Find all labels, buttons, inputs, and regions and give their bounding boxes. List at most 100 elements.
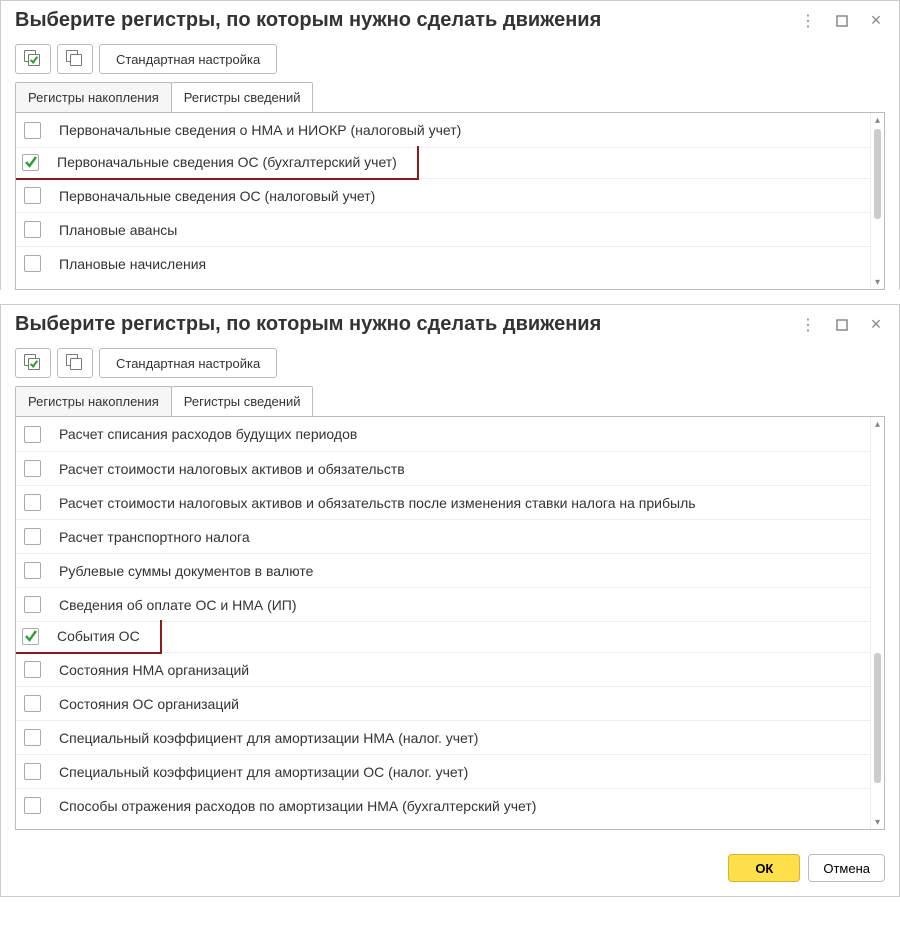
list-row[interactable]: Специальный коэффициент для амортизации … [16,720,870,754]
maximize-icon[interactable] [833,12,851,30]
checkbox[interactable] [24,122,41,139]
dialog-footer: ОК Отмена [1,844,899,896]
window-controls: ⋮ × [799,12,885,30]
window-header: Выберите регистры, по которым нужно сдел… [1,1,899,36]
list-row[interactable]: Расчет стоимости налоговых активов и обя… [16,451,870,485]
window-title: Выберите регистры, по которым нужно сдел… [15,9,799,32]
scrollbar[interactable]: ▴ ▾ [870,417,884,829]
scroll-down-icon[interactable]: ▾ [871,275,884,289]
window-title: Выберите регистры, по которым нужно сдел… [15,313,799,336]
more-icon[interactable]: ⋮ [799,316,817,334]
scroll-thumb[interactable] [874,653,881,782]
row-label: Состояния ОС организаций [59,696,239,712]
row-label: Состояния НМА организаций [59,662,249,678]
checkbox[interactable] [22,154,39,171]
scroll-down-icon[interactable]: ▾ [871,815,884,829]
uncheck-all-button[interactable] [57,44,93,74]
scroll-track[interactable] [874,129,881,273]
checkbox[interactable] [24,562,41,579]
list-row[interactable]: Состояния НМА организаций [16,652,870,686]
standard-settings-label: Стандартная настройка [116,356,260,371]
list-row[interactable]: Рублевые суммы документов в валюте [16,553,870,587]
scroll-track[interactable] [874,433,881,813]
list-row[interactable]: Расчет транспортного налога [16,519,870,553]
list-row[interactable]: Плановые авансы [16,212,870,246]
row-label: Специальный коэффициент для амортизации … [59,730,478,746]
standard-settings-label: Стандартная настройка [116,52,260,67]
checkbox[interactable] [24,187,41,204]
checkbox[interactable] [24,763,41,780]
checkbox[interactable] [24,426,41,443]
row-label: Расчет стоимости налоговых активов и обя… [59,495,696,511]
close-icon[interactable]: × [867,316,885,334]
toolbar: Стандартная настройка [1,340,899,386]
more-icon[interactable]: ⋮ [799,12,817,30]
row-label: Первоначальные сведения ОС (бухгалтерски… [57,154,397,170]
ok-button[interactable]: ОК [728,854,800,882]
row-label: Способы отражения расходов по амортизаци… [59,798,536,814]
toolbar: Стандартная настройка [1,36,899,82]
checkbox[interactable] [24,494,41,511]
row-label: Первоначальные сведения ОС (налоговый уч… [59,188,375,204]
uncheck-all-button[interactable] [57,348,93,378]
checkbox[interactable] [24,797,41,814]
scrollbar[interactable]: ▴ ▾ [870,113,884,289]
standard-settings-button[interactable]: Стандартная настройка [99,348,277,378]
tab-info[interactable]: Регистры сведений [171,82,314,113]
list-row[interactable]: Сведения об оплате ОС и НМА (ИП) [16,587,870,621]
checkbox[interactable] [22,628,39,645]
window-controls: ⋮ × [799,316,885,334]
tabbar: Регистры накопления Регистры сведений [1,82,899,113]
tab-accum[interactable]: Регистры накопления [15,82,172,113]
check-all-button[interactable] [15,44,51,74]
row-label: Расчет списания расходов будущих периодо… [59,426,357,442]
dialog-select-registers-bottom: Выберите регистры, по которым нужно сдел… [0,304,900,897]
list-row[interactable]: Плановые начисления [16,246,870,280]
checkbox[interactable] [24,695,41,712]
maximize-icon[interactable] [833,316,851,334]
list-row[interactable]: Способы отражения расходов по амортизаци… [16,788,870,822]
checkbox[interactable] [24,596,41,613]
row-label: Рублевые суммы документов в валюте [59,563,313,579]
register-list: Первоначальные сведения о НМА и НИОКР (н… [15,112,885,290]
row-label: Первоначальные сведения о НМА и НИОКР (н… [59,122,461,138]
scroll-up-icon[interactable]: ▴ [871,113,884,127]
row-label: Сведения об оплате ОС и НМА (ИП) [59,597,297,613]
list-row[interactable]: Состояния ОС организаций [16,686,870,720]
uncheck-all-icon [66,354,84,372]
row-label: Плановые авансы [59,222,177,238]
check-all-icon [24,50,42,68]
window-header: Выберите регистры, по которым нужно сдел… [1,305,899,340]
tab-accum[interactable]: Регистры накопления [15,386,172,417]
scroll-up-icon[interactable]: ▴ [871,417,884,431]
register-list: Расчет списания расходов будущих периодо… [15,416,885,830]
checkbox[interactable] [24,255,41,272]
check-all-icon [24,354,42,372]
close-icon[interactable]: × [867,12,885,30]
checkbox[interactable] [24,528,41,545]
row-label: Плановые начисления [59,256,206,272]
list-row[interactable]: События ОС [16,620,162,654]
list-row[interactable]: Первоначальные сведения о НМА и НИОКР (н… [16,113,870,147]
tabbar: Регистры накопления Регистры сведений [1,386,899,417]
row-label: События ОС [57,628,140,644]
row-label: Расчет транспортного налога [59,529,250,545]
row-label: Расчет стоимости налоговых активов и обя… [59,461,405,477]
scroll-thumb[interactable] [874,129,881,219]
checkbox[interactable] [24,661,41,678]
standard-settings-button[interactable]: Стандартная настройка [99,44,277,74]
list-row[interactable]: Расчет списания расходов будущих периодо… [16,417,870,451]
row-label: Специальный коэффициент для амортизации … [59,764,468,780]
list-row[interactable]: Первоначальные сведения ОС (бухгалтерски… [16,146,419,180]
uncheck-all-icon [66,50,84,68]
list-row[interactable]: Расчет стоимости налоговых активов и обя… [16,485,870,519]
checkbox[interactable] [24,460,41,477]
list-row[interactable]: Специальный коэффициент для амортизации … [16,754,870,788]
dialog-select-registers-top: Выберите регистры, по которым нужно сдел… [0,0,900,290]
cancel-button[interactable]: Отмена [808,854,885,882]
check-all-button[interactable] [15,348,51,378]
tab-info[interactable]: Регистры сведений [171,386,314,417]
checkbox[interactable] [24,729,41,746]
list-row[interactable]: Первоначальные сведения ОС (налоговый уч… [16,178,870,212]
checkbox[interactable] [24,221,41,238]
